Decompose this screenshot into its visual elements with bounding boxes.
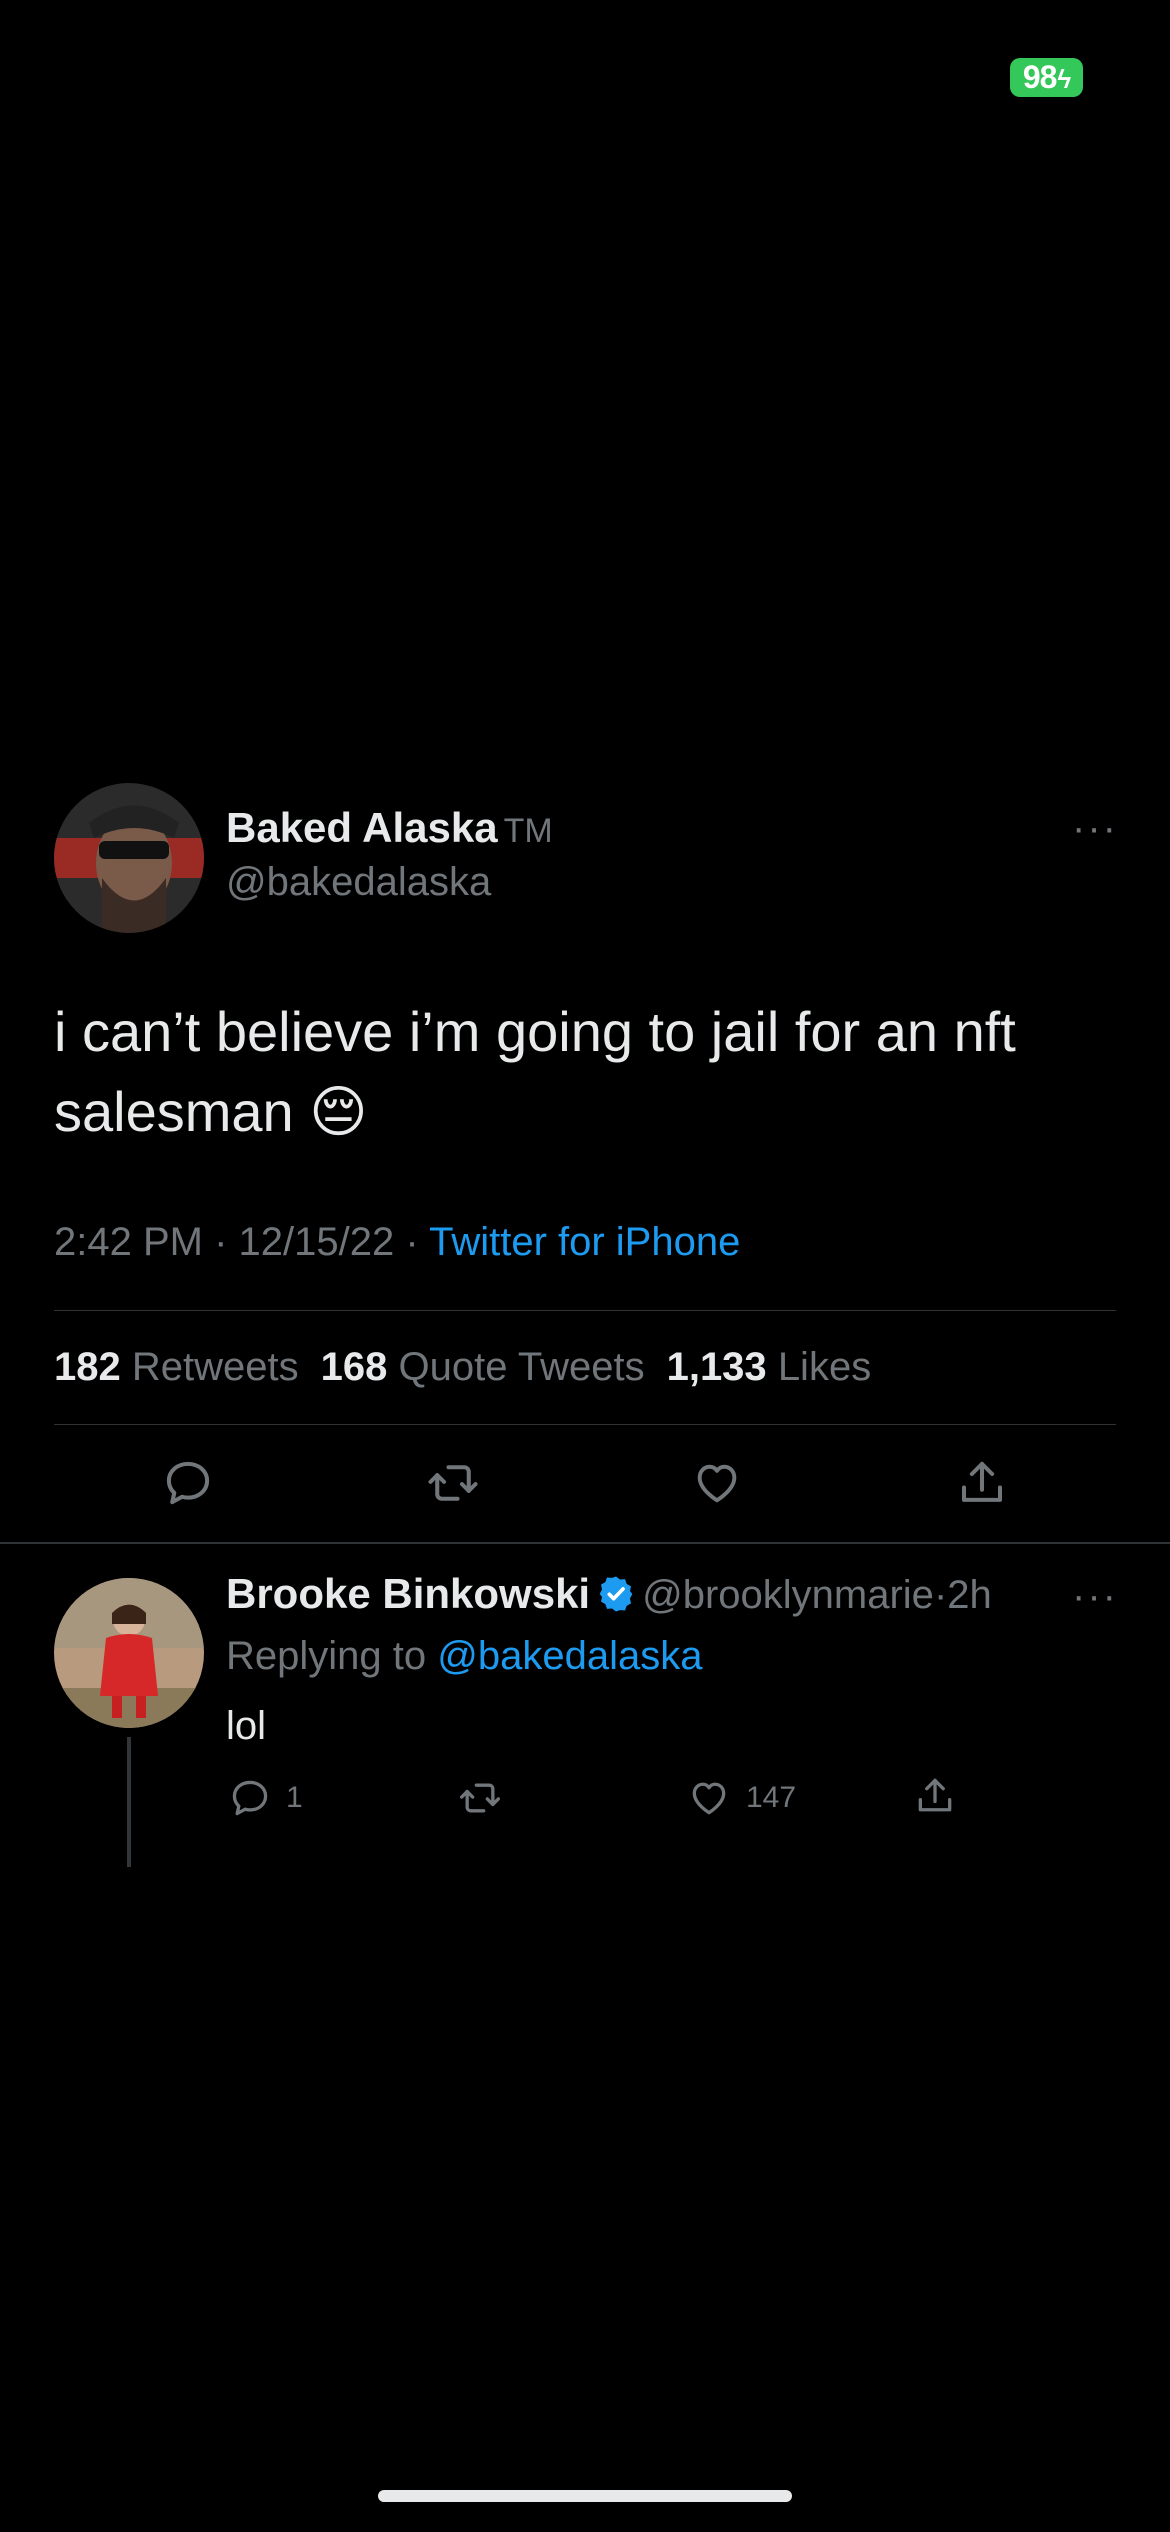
replying-to: Replying to @bakedalaska bbox=[226, 1634, 702, 1679]
battery-indicator: 98ϟ bbox=[1010, 58, 1083, 97]
meta-separator: · bbox=[405, 1220, 419, 1264]
likes-label: Likes bbox=[777, 1345, 872, 1389]
divider bbox=[0, 1542, 1170, 1544]
quotes-count: 168 bbox=[320, 1345, 388, 1389]
author-name-row[interactable]: Baked Alaska TM bbox=[226, 804, 553, 852]
tweet-source-link[interactable]: Twitter for iPhone bbox=[429, 1220, 740, 1264]
author-handle[interactable]: @bakedalaska bbox=[226, 860, 491, 905]
reply-more-icon[interactable]: ··· bbox=[1072, 1574, 1118, 1619]
tweet-text: i can’t believe i’m going to jail for an… bbox=[54, 1000, 1016, 1143]
quotes-label: Quote Tweets bbox=[398, 1345, 645, 1389]
retweet-icon bbox=[460, 1783, 500, 1813]
author-suffix: TM bbox=[503, 812, 553, 850]
share-icon bbox=[918, 1778, 952, 1812]
reply-time: 2h bbox=[947, 1573, 992, 1617]
retweets-count: 182 bbox=[54, 1345, 121, 1389]
tweet-date: 12/15/22 bbox=[238, 1220, 395, 1264]
tweet-time: 2:42 PM bbox=[54, 1220, 203, 1264]
reply-share-button[interactable] bbox=[913, 1774, 957, 1818]
likes-count: 1,133 bbox=[666, 1345, 767, 1389]
home-indicator[interactable] bbox=[378, 2490, 792, 2502]
replying-prefix: Replying to bbox=[226, 1634, 427, 1678]
like-icon bbox=[692, 1782, 726, 1815]
reply-retweet-button[interactable] bbox=[456, 1776, 504, 1820]
retweet-icon bbox=[428, 1465, 478, 1501]
reply-reply-button[interactable]: 1 bbox=[228, 1776, 303, 1820]
reply-author-avatar[interactable] bbox=[54, 1578, 204, 1728]
replying-mention-link[interactable]: @bakedalaska bbox=[437, 1634, 702, 1678]
share-icon bbox=[961, 1461, 1003, 1502]
divider bbox=[54, 1310, 1116, 1311]
thread-line bbox=[127, 1737, 131, 1867]
divider bbox=[54, 1424, 1116, 1425]
reply-reply-count: 1 bbox=[286, 1781, 303, 1814]
reply-author-handle[interactable]: @brooklynmarie bbox=[642, 1573, 934, 1617]
likes-stat[interactable]: 1,133 Likes bbox=[667, 1345, 894, 1389]
share-button[interactable] bbox=[947, 1448, 1017, 1518]
retweet-button[interactable] bbox=[418, 1448, 488, 1518]
reply-icon bbox=[232, 1780, 268, 1816]
quotes-stat[interactable]: 168 Quote Tweets bbox=[321, 1345, 667, 1389]
reply-icon bbox=[166, 1461, 210, 1505]
tweet-meta: 2:42 PM · 12/15/22 · Twitter for iPhone bbox=[54, 1220, 740, 1265]
reply-header: Brooke Binkowski @brooklynmarie·2h bbox=[226, 1570, 992, 1624]
reply-button[interactable] bbox=[153, 1448, 223, 1518]
meta-separator: · bbox=[214, 1220, 228, 1264]
reply-like-button[interactable]: 147 bbox=[686, 1776, 796, 1820]
reply-author-name[interactable]: Brooke Binkowski bbox=[226, 1570, 590, 1617]
like-button[interactable] bbox=[682, 1448, 752, 1518]
tweet-stats: 182 Retweets 168 Quote Tweets 1,133 Likes bbox=[54, 1345, 893, 1390]
retweets-stat[interactable]: 182 Retweets bbox=[54, 1345, 321, 1389]
like-icon bbox=[697, 1464, 737, 1503]
reply-like-count: 147 bbox=[746, 1781, 797, 1814]
author-name[interactable]: Baked Alaska bbox=[226, 804, 498, 851]
more-icon[interactable]: ··· bbox=[1072, 806, 1118, 851]
charging-bolt-icon: ϟ bbox=[1057, 64, 1071, 94]
retweets-label: Retweets bbox=[131, 1345, 299, 1389]
author-avatar[interactable] bbox=[54, 783, 204, 933]
reply-text: lol bbox=[226, 1704, 267, 1748]
reply-separator: · bbox=[933, 1573, 948, 1617]
battery-level: 98 bbox=[1022, 59, 1058, 95]
verified-icon bbox=[596, 1574, 636, 1624]
